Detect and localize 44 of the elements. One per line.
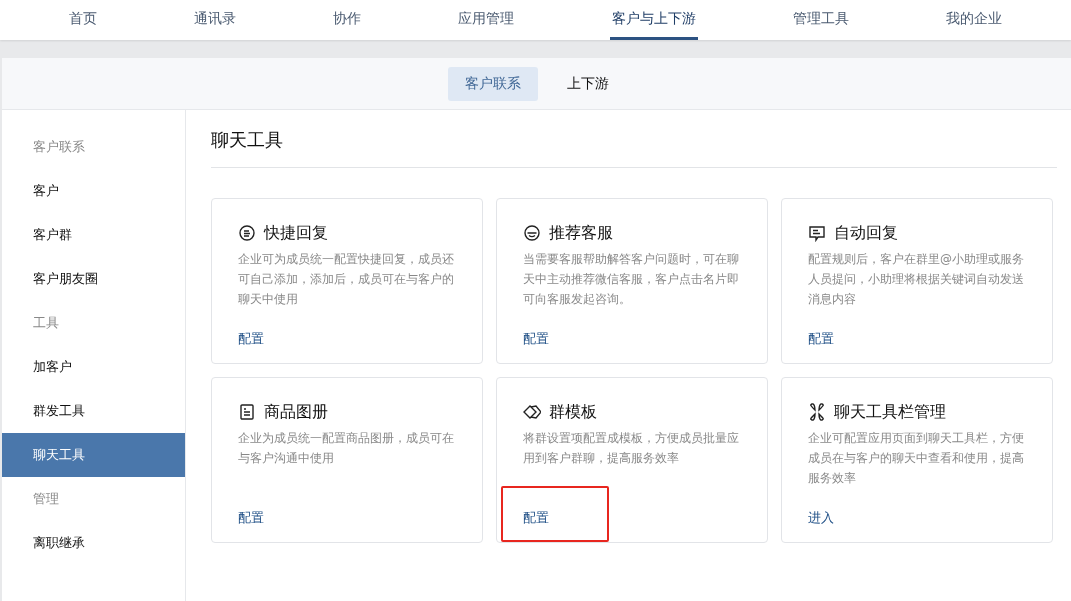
message-icon [808, 224, 826, 242]
card-action-link[interactable]: 配置 [523, 329, 549, 349]
sidebar-item[interactable]: 离职继承 [2, 521, 185, 565]
nav-tab[interactable]: 我的企业 [944, 0, 1005, 40]
nav-tab[interactable]: 首页 [66, 0, 99, 40]
card-title: 商品图册 [264, 401, 328, 423]
sidebar-section-title: 管理 [32, 490, 60, 508]
page-title: 聊天工具 [211, 126, 1057, 168]
sidebar-item[interactable]: 客户群 [2, 213, 185, 257]
card-title: 推荐客服 [549, 222, 613, 244]
card-action-link[interactable]: 配置 [238, 508, 264, 528]
sidebar-item[interactable]: 聊天工具 [2, 433, 185, 477]
card-title: 群模板 [549, 401, 597, 423]
chat-bubble-icon [238, 224, 256, 242]
card-title: 快捷回复 [264, 222, 328, 244]
card-action-link[interactable]: 配置 [808, 329, 834, 349]
sub-tab[interactable]: 上下游 [549, 66, 626, 101]
card-description: 企业为成员统一配置商品图册，成员可在与客户沟通中使用 [238, 430, 455, 467]
card-action-link[interactable]: 进入 [808, 508, 834, 528]
card-description: 企业可配置应用页面到聊天工具栏，方便成员在与客户的聊天中查看和使用，提高服务效率 [808, 430, 1025, 487]
card-description: 配置规则后，客户在群里@小助理或服务人员提问，小助理将根据关键词自动发送消息内容 [808, 251, 1025, 308]
card-description: 企业可为成员统一配置快捷回复，成员还可自己添加，添加后，成员可在与客户的聊天中使用 [238, 251, 455, 308]
card-description: 将群设置项配置成模板，方便成员批量应用到客户群聊，提高服务效率 [523, 430, 740, 467]
sub-tab[interactable]: 客户联系 [447, 66, 538, 101]
nav-tab[interactable]: 应用管理 [456, 0, 517, 40]
card-action-link[interactable]: 配置 [523, 508, 549, 528]
sidebar-item[interactable]: 群发工具 [2, 389, 185, 433]
nav-tab[interactable]: 客户与上下游 [609, 0, 698, 40]
nav-tab[interactable]: 管理工具 [791, 0, 852, 40]
four-loops-icon [808, 403, 826, 421]
headset-chat-icon [523, 224, 541, 242]
sidebar-item[interactable]: 客户朋友圈 [2, 257, 185, 301]
sidebar-item[interactable]: 客户 [2, 169, 185, 213]
document-list-icon [238, 403, 256, 421]
sidebar-section-title: 工具 [32, 314, 60, 332]
card-title: 自动回复 [834, 222, 898, 244]
nav-tab[interactable]: 通讯录 [191, 0, 238, 40]
sidebar-section-title: 客户联系 [32, 138, 86, 156]
diamonds-icon [523, 403, 541, 421]
nav-tab[interactable]: 协作 [331, 0, 364, 40]
card-description: 当需要客服帮助解答客户问题时，可在聊天中主动推荐微信客服，客户点击名片即可向客服发起咨询。 [523, 251, 740, 308]
sidebar-item[interactable]: 加客户 [2, 345, 185, 389]
card-action-link[interactable]: 配置 [238, 329, 264, 349]
card-title: 聊天工具栏管理 [834, 401, 946, 423]
